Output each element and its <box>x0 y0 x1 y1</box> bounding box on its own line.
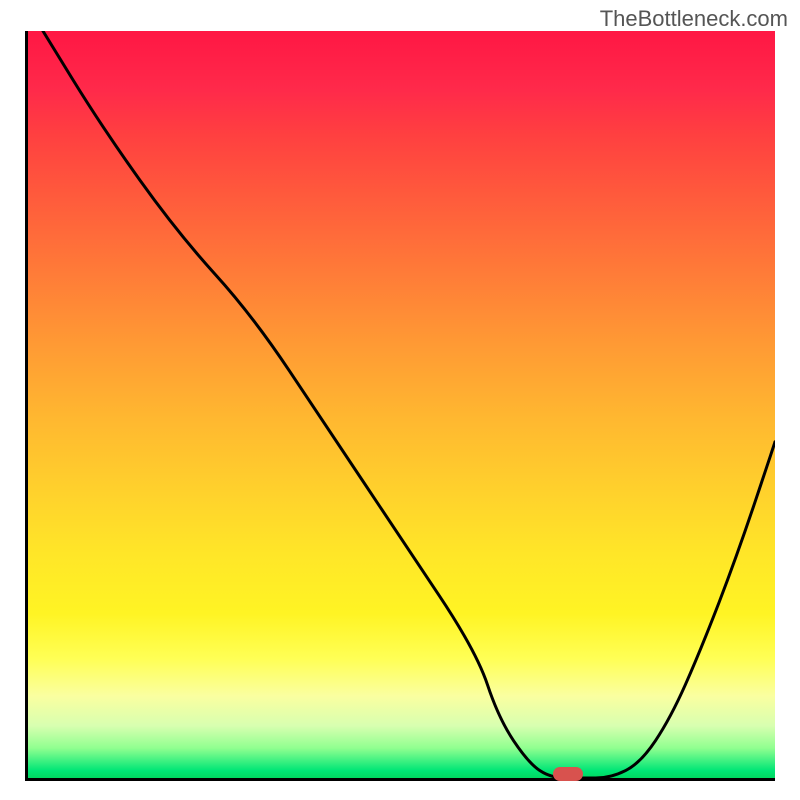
watermark-text: TheBottleneck.com <box>600 6 788 32</box>
chart-plot-area <box>25 31 775 781</box>
curve-path <box>43 31 775 778</box>
optimal-marker <box>553 767 583 781</box>
chart-line-svg <box>28 31 775 778</box>
